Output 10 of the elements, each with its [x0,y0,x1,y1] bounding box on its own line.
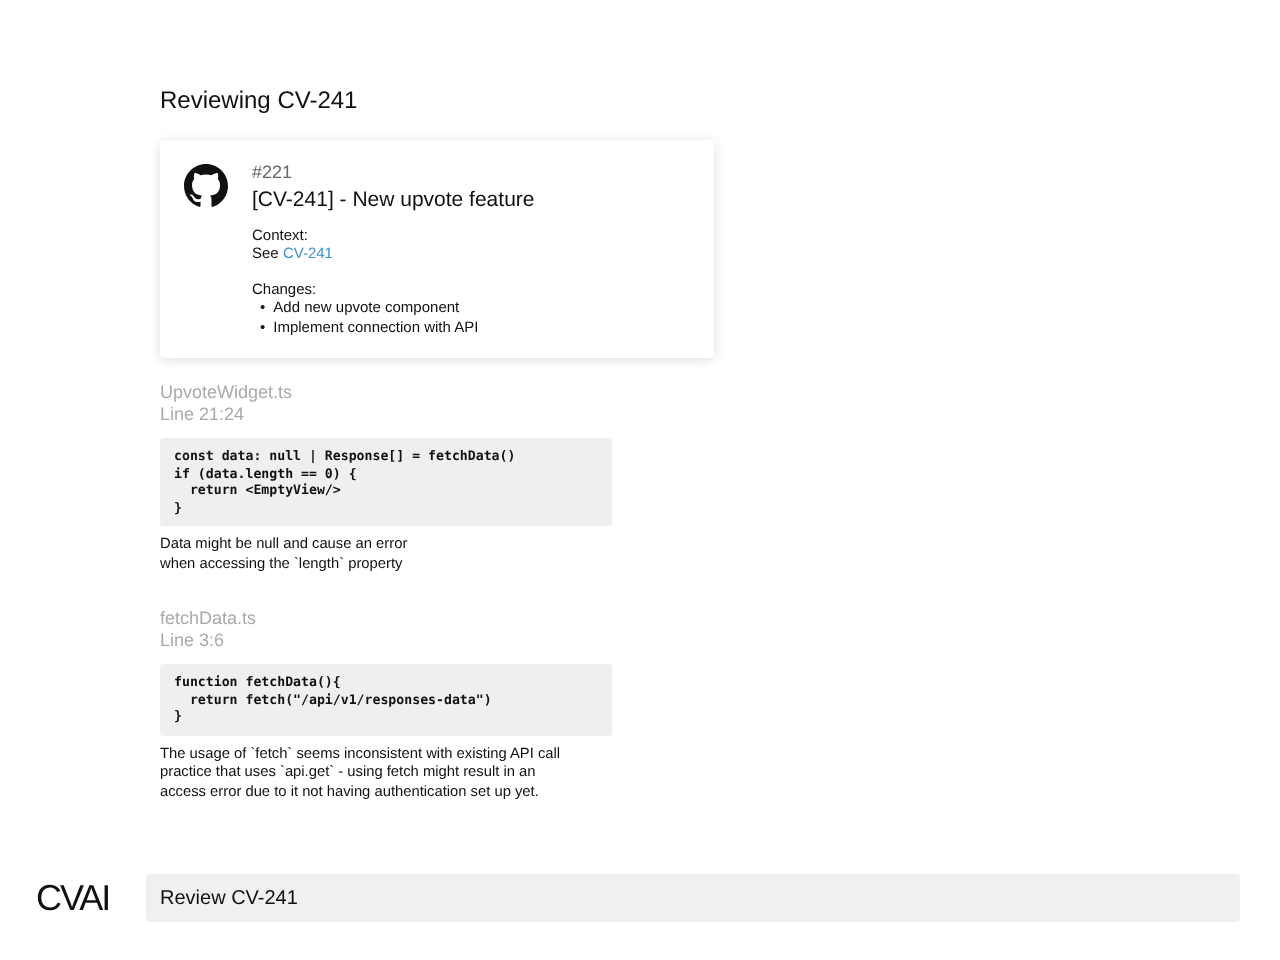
line-range: Line 3:6 [160,630,227,652]
logo: CVAI [36,877,110,919]
pr-title: [CV-241] - New upvote feature [252,188,535,212]
line-range: Line 21:24 [160,404,247,426]
file-name: UpvoteWidget.ts [160,382,295,404]
page-heading: Reviewing CV-241 [160,86,360,114]
pr-number: #221 [252,162,295,182]
file-name: fetchData.ts [160,608,259,630]
octocat-icon [184,164,228,208]
prompt-input[interactable]: Review CV-241 [146,874,1240,922]
